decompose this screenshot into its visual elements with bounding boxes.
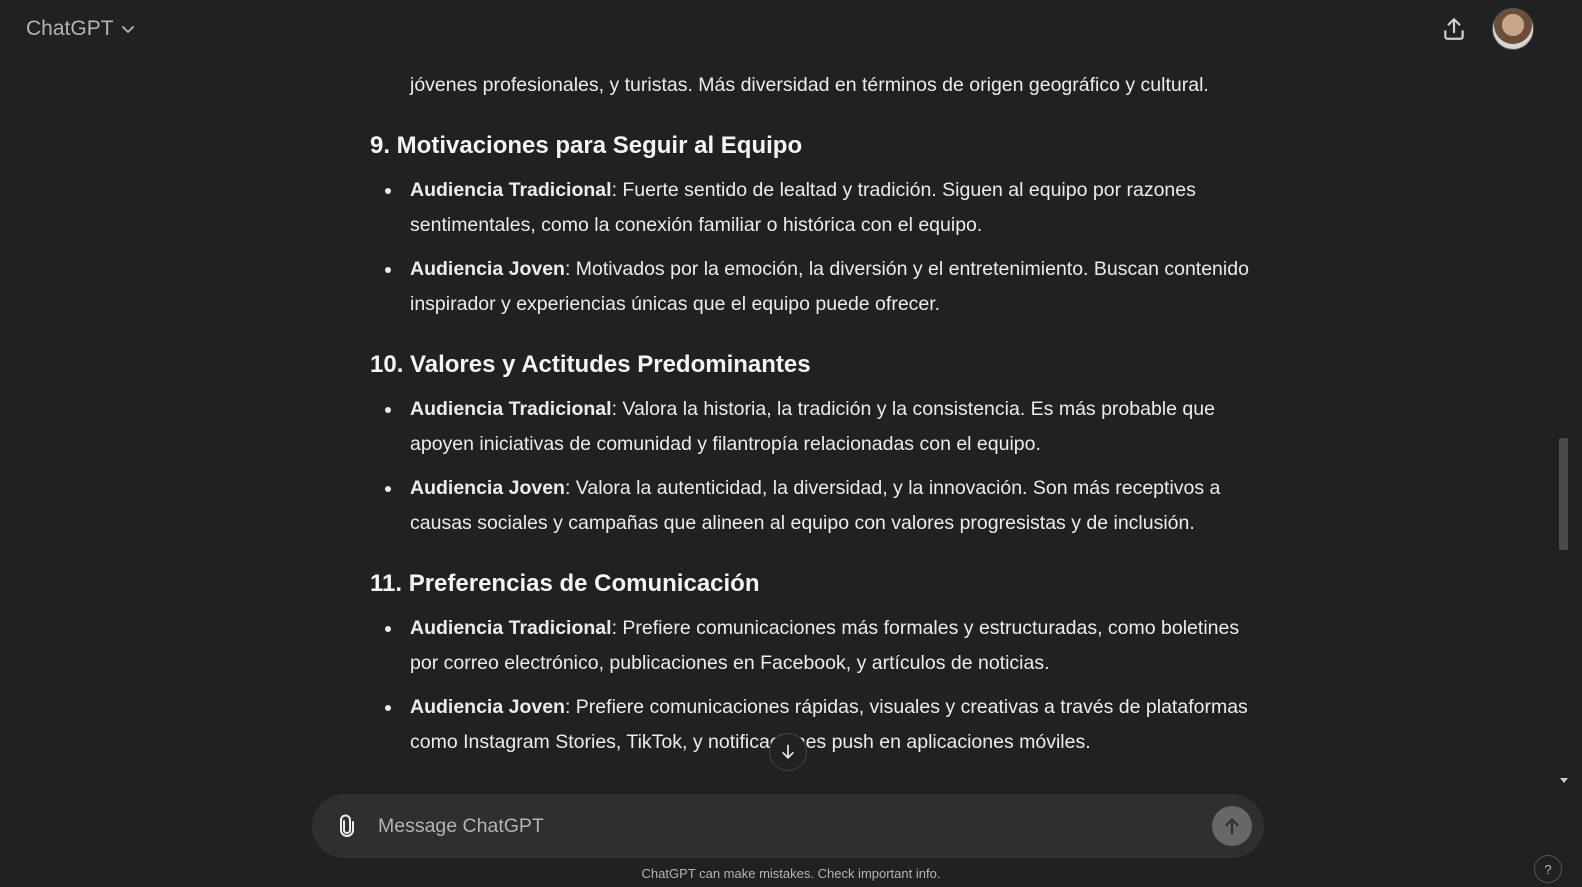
user-avatar[interactable] bbox=[1492, 8, 1534, 50]
message-paragraph: jóvenes profesionales, y turistas. Más d… bbox=[410, 74, 1209, 96]
bullet-list: Audiencia Tradicional: Valora la histori… bbox=[370, 392, 1260, 541]
assistant-message: jóvenes profesionales, y turistas. Más d… bbox=[370, 58, 1260, 769]
message-composer bbox=[312, 794, 1264, 858]
list-item: Audiencia Joven: Prefiere comunicaciones… bbox=[385, 690, 1260, 760]
arrow-down-icon bbox=[782, 744, 794, 759]
list-item: Audiencia Tradicional: Prefiere comunica… bbox=[385, 611, 1260, 681]
bullet-list: Audiencia Tradicional: Fuerte sentido de… bbox=[370, 173, 1260, 322]
list-item: Audiencia Tradicional: Valora la histori… bbox=[385, 392, 1260, 462]
bullet-list: Audiencia Tradicional: Prefiere comunica… bbox=[370, 611, 1260, 760]
scrollbar-thumb[interactable] bbox=[1559, 438, 1568, 550]
attach-button[interactable] bbox=[332, 811, 362, 841]
model-label: ChatGPT bbox=[26, 17, 114, 40]
send-button[interactable] bbox=[1212, 806, 1252, 846]
scrollbar-down-arrow[interactable] bbox=[1560, 778, 1568, 783]
list-item: Audiencia Tradicional: Fuerte sentido de… bbox=[385, 173, 1260, 243]
arrow-up-icon bbox=[1225, 818, 1239, 835]
disclaimer-text: ChatGPT can make mistakes. Check importa… bbox=[641, 866, 941, 881]
share-icon bbox=[1444, 18, 1464, 40]
list-item: Audiencia Joven: Motivados por la emoció… bbox=[385, 252, 1260, 322]
scroll-to-bottom-button[interactable] bbox=[769, 733, 807, 771]
model-selector[interactable]: ChatGPT bbox=[16, 11, 146, 47]
help-button[interactable]: ? bbox=[1534, 855, 1562, 883]
share-button[interactable] bbox=[1434, 9, 1474, 49]
conversation-area: jóvenes profesionales, y turistas. Más d… bbox=[0, 58, 1558, 788]
section-heading: 11. Preferencias de Comunicación bbox=[370, 570, 760, 597]
message-input[interactable] bbox=[376, 813, 1212, 839]
paperclip-icon bbox=[340, 814, 354, 837]
section-heading: 10. Valores y Actitudes Predominantes bbox=[370, 351, 811, 378]
chevron-down-icon bbox=[121, 26, 134, 34]
top-bar: ChatGPT bbox=[0, 0, 1558, 58]
section-heading: 9. Motivaciones para Seguir al Equipo bbox=[370, 132, 803, 159]
list-item: Audiencia Joven: Valora la autenticidad,… bbox=[385, 471, 1260, 541]
